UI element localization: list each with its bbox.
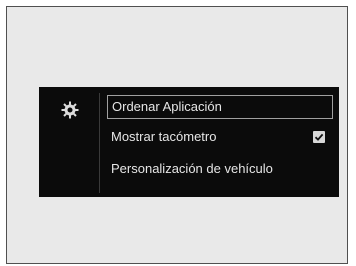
tacometro-checkbox[interactable] (313, 131, 325, 143)
menu-item-label: Personalización de vehículo (111, 161, 273, 176)
settings-menu-panel: Ordenar Aplicación Mostrar tacómetro Per… (39, 87, 339, 197)
menu-item-ordenar-aplicacion[interactable]: Ordenar Aplicación (107, 95, 333, 119)
page-frame: Ordenar Aplicación Mostrar tacómetro Per… (6, 6, 348, 264)
gear-icon (61, 101, 79, 119)
menu-item-personalizacion-vehiculo[interactable]: Personalización de vehículo (107, 158, 333, 182)
menu-item-mostrar-tacometro[interactable]: Mostrar tacómetro (107, 126, 333, 150)
menu-divider (99, 93, 100, 193)
menu-item-label: Ordenar Aplicación (112, 99, 222, 114)
checkmark-icon (314, 133, 324, 141)
menu-item-label: Mostrar tacómetro (111, 129, 217, 144)
